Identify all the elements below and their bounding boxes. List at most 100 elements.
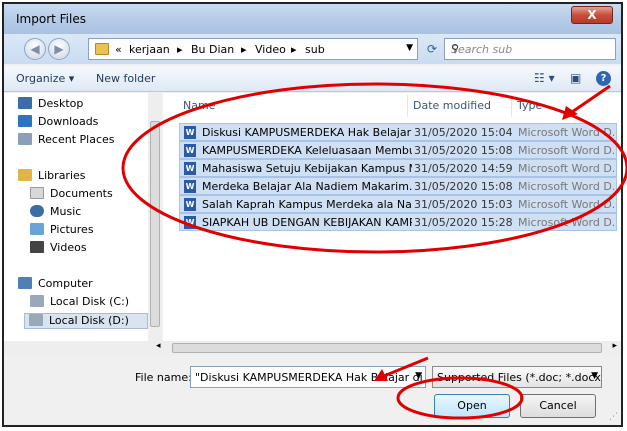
file-date: 31/05/2020 15:03	[414, 198, 513, 211]
file-date: 31/05/2020 14:59	[414, 162, 513, 175]
import-files-dialog: Import Files X ◀ ▶ « kerjaan ▸ Bu Dian ▸…	[2, 2, 623, 427]
breadcrumb-separator[interactable]: ▸	[291, 43, 297, 56]
help-icon[interactable]: ?	[596, 71, 611, 86]
file-row[interactable]: W Salah Kaprah Kampus Merdeka ala Nadie.…	[179, 195, 617, 213]
sidebar-item-desktop[interactable]: Desktop	[18, 97, 83, 113]
sidebar-item-recent-places[interactable]: Recent Places	[18, 133, 115, 149]
file-date: 31/05/2020 15:08	[414, 144, 513, 157]
word-document-icon: W	[184, 216, 196, 229]
file-type: Microsoft Word D...	[518, 180, 616, 193]
word-document-icon: W	[184, 180, 196, 193]
horizontal-scrollbar-thumb[interactable]	[172, 343, 602, 353]
sidebar-item-local-disk-c[interactable]: Local Disk (C:)	[30, 295, 129, 311]
breadcrumb-video[interactable]: Video	[255, 43, 286, 56]
local-disk-c-icon	[30, 295, 44, 307]
file-name-value: "Diskusi KAMPUSMERDEKA Hak Belajar di Lu	[195, 371, 426, 384]
word-document-icon: W	[184, 198, 196, 211]
file-list: Name Date modified Type W Diskusi KAMPUS…	[163, 93, 621, 341]
chevron-down-icon[interactable]: ▼	[415, 371, 422, 381]
column-header-type[interactable]: Type	[517, 99, 542, 112]
file-date: 31/05/2020 15:08	[414, 180, 513, 193]
search-input[interactable]: Search sub ⚲	[444, 38, 616, 60]
folder-icon	[95, 43, 109, 55]
scroll-left-icon[interactable]: ◂	[156, 341, 161, 351]
chevron-down-icon[interactable]: ▼	[591, 371, 598, 381]
file-date: 31/05/2020 15:28	[414, 216, 513, 229]
sidebar-item-local-disk-d[interactable]: Local Disk (D:)	[24, 313, 148, 329]
breadcrumb-bu-dian[interactable]: Bu Dian	[191, 43, 234, 56]
organize-button[interactable]: Organize ▾	[16, 72, 74, 85]
address-bar[interactable]: « kerjaan ▸ Bu Dian ▸ Video ▸ sub ▼	[88, 38, 418, 60]
file-type: Microsoft Word D...	[518, 198, 616, 211]
file-type: Microsoft Word D...	[518, 162, 616, 175]
dialog-title: Import Files	[16, 12, 86, 26]
breadcrumb-separator[interactable]: ▸	[241, 43, 247, 56]
sidebar-item-libraries[interactable]: Libraries	[18, 169, 86, 185]
resize-grip-icon[interactable]: ⋰	[609, 412, 618, 422]
file-type: Microsoft Word D...	[518, 216, 616, 229]
file-name: KAMPUSMERDEKA Keleluasaan Membuk...	[202, 144, 412, 157]
chevron-down-icon[interactable]: ▼	[406, 43, 413, 53]
file-type-filter[interactable]: Supported Files (*.doc; *.docx; * ▼	[432, 366, 602, 388]
sidebar-item-music[interactable]: Music	[30, 205, 81, 221]
breadcrumb-more[interactable]: «	[115, 43, 122, 56]
column-divider[interactable]	[407, 95, 408, 117]
horizontal-scrollbar[interactable]: ◂ ▸	[4, 341, 621, 355]
file-row[interactable]: W KAMPUSMERDEKA Keleluasaan Membuk... 31…	[179, 141, 617, 159]
scroll-right-icon[interactable]: ▸	[612, 341, 617, 351]
view-options-icon[interactable]: ☷ ▾	[534, 71, 555, 85]
file-name-label: File name:	[135, 371, 192, 384]
sidebar-item-downloads[interactable]: Downloads	[18, 115, 98, 131]
file-name: SIAPKAH UB DENGAN KEBIJAKAN KAMP...	[202, 216, 412, 229]
sidebar-item-documents[interactable]: Documents	[30, 187, 113, 203]
search-icon[interactable]: ⚲	[451, 42, 611, 55]
file-date: 31/05/2020 15:04	[414, 126, 513, 139]
local-disk-d-icon	[29, 314, 43, 326]
computer-icon	[18, 277, 32, 289]
recent-places-icon	[18, 133, 32, 145]
breadcrumb-sub[interactable]: sub	[305, 43, 325, 56]
nav-scrollbar-thumb[interactable]	[150, 121, 160, 327]
libraries-icon	[18, 169, 32, 181]
file-row[interactable]: W Diskusi KAMPUSMERDEKA Hak Belajar di..…	[179, 123, 617, 141]
word-document-icon: W	[184, 144, 196, 157]
column-header-date[interactable]: Date modified	[413, 99, 491, 112]
column-header-name[interactable]: Name	[183, 99, 215, 112]
word-document-icon: W	[184, 162, 196, 175]
back-button[interactable]: ◀	[24, 38, 46, 60]
word-document-icon: W	[184, 126, 196, 139]
sidebar-item-videos[interactable]: Videos	[30, 241, 87, 257]
file-row[interactable]: W Merdeka Belajar Ala Nadiem Makarim.mp4…	[179, 177, 617, 195]
nav-scrollbar[interactable]	[148, 93, 162, 341]
file-type: Microsoft Word D...	[518, 144, 616, 157]
file-row[interactable]: W SIAPKAH UB DENGAN KEBIJAKAN KAMP... 31…	[179, 213, 617, 231]
file-name-field[interactable]: "Diskusi KAMPUSMERDEKA Hak Belajar di Lu…	[190, 366, 426, 388]
column-divider[interactable]	[511, 95, 512, 117]
navigation-pane: Desktop Downloads Recent Places Librarie…	[4, 93, 162, 341]
desktop-icon	[18, 97, 32, 109]
navigation-bar: ◀ ▶ « kerjaan ▸ Bu Dian ▸ Video ▸ sub ▼ …	[4, 34, 621, 64]
new-folder-button[interactable]: New folder	[96, 72, 155, 85]
file-row[interactable]: W Mahasiswa Setuju Kebijakan Kampus Me..…	[179, 159, 617, 177]
title-bar: Import Files X	[4, 4, 621, 34]
open-button[interactable]: Open	[434, 394, 510, 418]
file-name: Salah Kaprah Kampus Merdeka ala Nadie...	[202, 198, 412, 211]
file-type: Microsoft Word D...	[518, 126, 616, 139]
downloads-icon	[18, 115, 32, 127]
documents-icon	[30, 187, 44, 199]
music-icon	[30, 205, 44, 217]
breadcrumb-separator[interactable]: ▸	[177, 43, 183, 56]
refresh-icon[interactable]: ⟳	[422, 38, 442, 60]
preview-pane-icon[interactable]: ▣	[570, 71, 581, 85]
close-button[interactable]: X	[571, 6, 613, 24]
forward-button[interactable]: ▶	[48, 38, 70, 60]
file-name: Mahasiswa Setuju Kebijakan Kampus Me...	[202, 162, 412, 175]
file-type-filter-value: Supported Files (*.doc; *.docx; *	[437, 371, 602, 384]
videos-icon	[30, 241, 44, 253]
breadcrumb-kerjaan[interactable]: kerjaan	[129, 43, 170, 56]
pictures-icon	[30, 223, 44, 235]
sidebar-item-computer[interactable]: Computer	[18, 277, 93, 293]
cancel-button[interactable]: Cancel	[520, 394, 596, 418]
sidebar-item-pictures[interactable]: Pictures	[30, 223, 94, 239]
toolbar: Organize ▾ New folder ☷ ▾ ▣ ?	[4, 66, 621, 92]
